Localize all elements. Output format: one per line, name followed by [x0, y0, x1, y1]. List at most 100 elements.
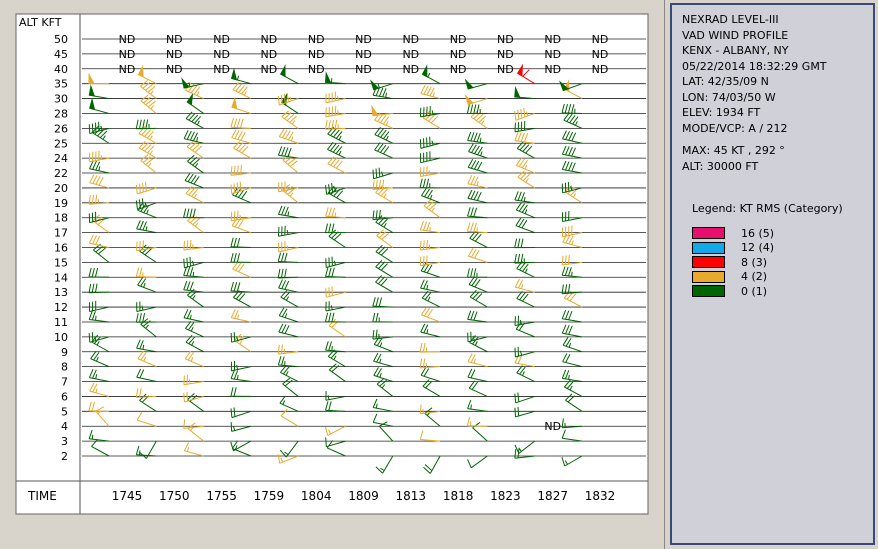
- legend-swatch-4: [692, 270, 725, 283]
- altitude-tick-label: 45: [54, 48, 68, 61]
- no-data-label: ND: [119, 63, 136, 76]
- altitude-tick-label: 5: [61, 405, 68, 418]
- legend-swatch-16: [692, 227, 725, 240]
- no-data-label: ND: [544, 33, 561, 46]
- no-data-label: ND: [166, 48, 183, 61]
- legend-label: 0 (1): [741, 284, 768, 298]
- chart-svg: ALT KFT TIME 234567891011121314151617181…: [15, 13, 649, 515]
- no-data-label: ND: [544, 420, 561, 433]
- no-data-label: ND: [402, 48, 419, 61]
- legend-swatch-12: [692, 241, 725, 254]
- no-data-label: ND: [166, 63, 183, 76]
- altitude-tick-label: 14: [54, 271, 68, 284]
- altitude-tick-label: 8: [61, 361, 68, 374]
- no-data-label: ND: [544, 63, 561, 76]
- info-line-product: NEXRAD LEVEL-III: [682, 13, 779, 26]
- legend-label: 12 (4): [741, 241, 775, 255]
- no-data-label: ND: [592, 63, 609, 76]
- no-data-label: ND: [497, 63, 514, 76]
- no-data-label: ND: [213, 48, 230, 61]
- altitude-tick-label: 20: [54, 182, 68, 195]
- no-data-label: ND: [308, 33, 325, 46]
- altitude-tick-label: 7: [61, 376, 68, 389]
- info-line-elev: ELEV: 1934 FT: [682, 106, 761, 119]
- no-data-label: ND: [308, 63, 325, 76]
- no-data-label: ND: [450, 33, 467, 46]
- no-data-label: ND: [450, 48, 467, 61]
- altitude-tick-label: 17: [54, 227, 68, 240]
- info-line-station: KENX - ALBANY, NY: [682, 44, 789, 57]
- time-tick-label: 1832: [585, 489, 616, 503]
- info-line-datetime: 05/22/2014 18:32:29 GMT: [682, 59, 827, 73]
- legend-item: 8 (3): [692, 255, 774, 270]
- no-data-label: ND: [355, 33, 372, 46]
- altitude-tick-label: 18: [54, 212, 68, 225]
- altitude-tick-label: 11: [54, 316, 68, 329]
- info-line-lon: LON: 74/03/50 W: [682, 90, 776, 104]
- time-tick-label: 1823: [490, 489, 521, 503]
- no-data-label: ND: [261, 63, 278, 76]
- time-tick-label: 1745: [112, 489, 143, 503]
- no-data-label: ND: [166, 33, 183, 46]
- no-data-label: ND: [402, 63, 419, 76]
- no-data-label: ND: [119, 33, 136, 46]
- altitude-tick-label: 50: [54, 33, 68, 46]
- info-panel: NEXRAD LEVEL-III VAD WIND PROFILE KENX -…: [670, 3, 875, 545]
- legend-title: Legend: KT RMS (Category): [692, 202, 843, 215]
- x-axis-title: TIME: [27, 489, 57, 503]
- wind-profile-chart: ALT KFT TIME 2 3 4 5 6 7 8 9 10 11 12 13 14 15 16 17 18 1…: [0, 0, 665, 549]
- no-data-label: ND: [402, 33, 419, 46]
- no-data-label: ND: [213, 63, 230, 76]
- legend-label: 4 (2): [741, 270, 768, 284]
- no-data-label: ND: [592, 48, 609, 61]
- no-data-label: ND: [261, 48, 278, 61]
- legend-swatch-0: [692, 285, 725, 298]
- legend: 16 (5) 12 (4) 8 (3) 4 (2) 0 (1): [692, 226, 774, 299]
- legend-item: 4 (2): [692, 270, 774, 285]
- legend-swatch-8: [692, 256, 725, 269]
- max-alt-line: ALT: 30000 FT: [682, 159, 759, 173]
- legend-label: 16 (5): [741, 226, 775, 240]
- legend-item: 0 (1): [692, 284, 774, 299]
- altitude-tick-label: 16: [54, 242, 68, 255]
- legend-item: 16 (5): [692, 226, 774, 241]
- y-axis-title: ALT KFT: [19, 16, 62, 29]
- time-tick-label: 1813: [396, 489, 427, 503]
- time-tick-labels: 1745 1750 1755 1759 1804 1809 1813 1818 1823 1827…: [112, 489, 616, 503]
- altitude-tick-label: 10: [54, 331, 68, 344]
- altitude-tick-label: 19: [54, 197, 68, 210]
- no-data-label: ND: [355, 63, 372, 76]
- altitude-tick-label: 3: [61, 435, 68, 448]
- legend-item: 12 (4): [692, 241, 774, 256]
- time-tick-label: 1755: [206, 489, 237, 503]
- station-info: NEXRAD LEVEL-III VAD WIND PROFILE KENX -…: [682, 12, 827, 136]
- legend-label: 8 (3): [741, 255, 768, 269]
- no-data-label: ND: [308, 48, 325, 61]
- no-data-label: ND: [497, 33, 514, 46]
- no-data-label: ND: [544, 48, 561, 61]
- altitude-tick-label: 12: [54, 301, 68, 314]
- time-tick-label: 1809: [348, 489, 379, 503]
- altitude-tick-label: 2: [61, 450, 68, 463]
- altitude-tick-label: 9: [61, 346, 68, 359]
- time-tick-label: 1804: [301, 489, 332, 503]
- altitude-tick-label: 15: [54, 256, 68, 269]
- altitude-tick-label: 26: [54, 122, 68, 135]
- info-line-mode: MODE/VCP: A / 212: [682, 121, 788, 135]
- altitude-tick-label: 40: [54, 63, 68, 76]
- no-data-label: ND: [261, 33, 278, 46]
- max-wind-info: MAX: 45 KT , 292 ° ALT: 30000 FT: [682, 143, 785, 174]
- no-data-label: ND: [497, 48, 514, 61]
- altitude-tick-label: 22: [54, 167, 68, 180]
- altitude-tick-label: 30: [54, 93, 68, 106]
- altitude-tick-label: 4: [61, 420, 68, 433]
- altitude-tick-label: 24: [54, 152, 68, 165]
- no-data-label: ND: [355, 48, 372, 61]
- time-tick-label: 1827: [537, 489, 568, 503]
- max-wind-line: MAX: 45 KT , 292 °: [682, 144, 785, 157]
- no-data-label: ND: [119, 48, 136, 61]
- no-data-label: ND: [592, 33, 609, 46]
- altitude-tick-label: 6: [61, 390, 68, 403]
- no-data-label: ND: [450, 63, 467, 76]
- info-line-lat: LAT: 42/35/09 N: [682, 75, 769, 88]
